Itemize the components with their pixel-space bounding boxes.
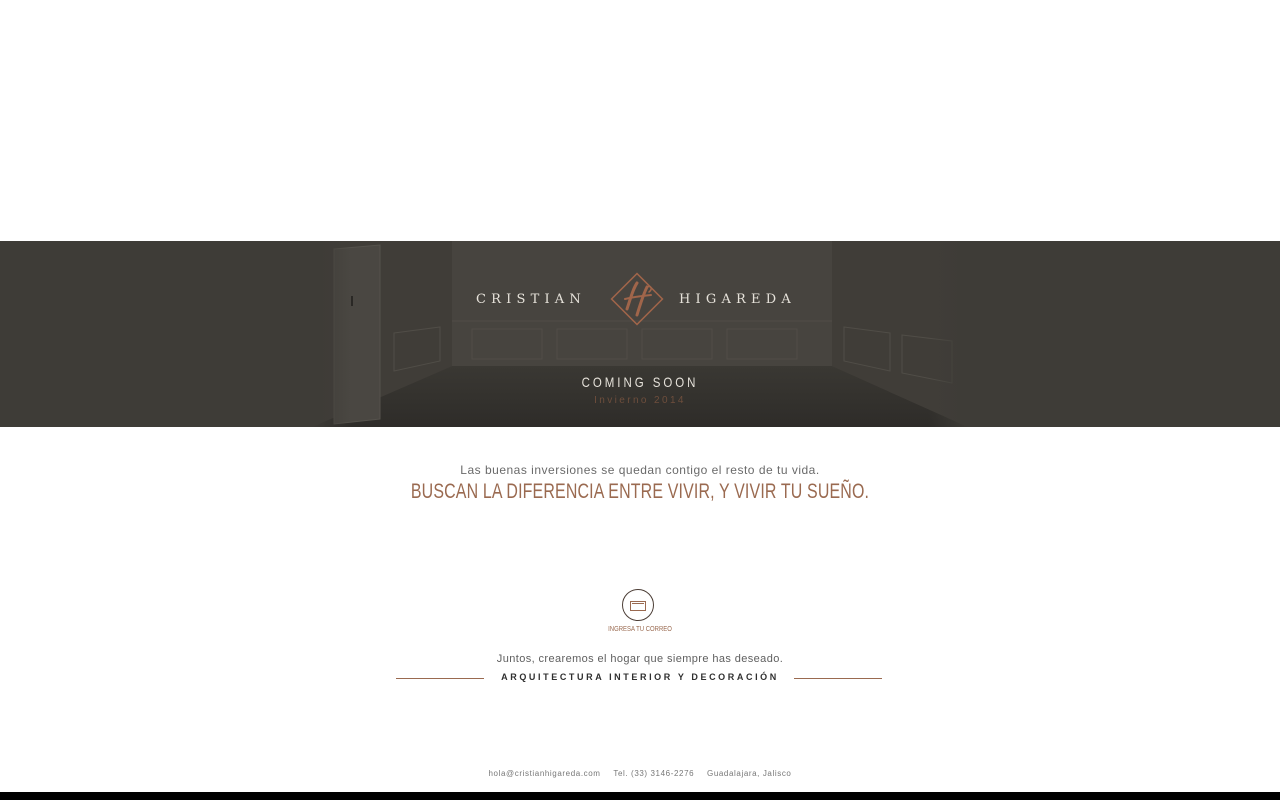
coming-soon-title: COMING SOON	[581, 374, 699, 390]
specialty-title: ARQUITECTURA INTERIOR Y DECORACIÓN	[501, 672, 779, 682]
brand-last-name: HIGAREDA	[679, 292, 796, 307]
footer-email-link[interactable]: hola@cristianhigareda.com	[489, 769, 601, 778]
tagline-lead: Las buenas inversiones se quedan contigo…	[460, 463, 820, 477]
hero-banner: CRISTIAN HIGAREDA COMING SOON Invierno 2…	[0, 241, 1280, 427]
email-signup-label: INGRESA TU CORREO	[608, 626, 672, 633]
email-circle	[622, 589, 654, 621]
footer-phone[interactable]: Tel. (33) 3146-2276	[613, 769, 694, 778]
divider-right	[794, 678, 882, 679]
email-signup-button[interactable]: INGRESA TU CORREO	[590, 589, 690, 639]
bottom-bar	[0, 792, 1280, 800]
footer-contact: hola@cristianhigareda.com Tel. (33) 3146…	[0, 769, 1280, 778]
brand-first-name: CRISTIAN	[476, 292, 586, 307]
closing-statement: Juntos, crearemos el hogar que siempre h…	[496, 653, 784, 665]
brand-logo[interactable]: CRISTIAN HIGAREDA	[0, 269, 1280, 331]
launch-season: Invierno 2014	[594, 395, 686, 406]
footer-location: Guadalajara, Jalisco	[707, 769, 792, 778]
tagline-headline: BUSCAN LA DIFERENCIA ENTRE VIVIR, Y VIVI…	[410, 480, 870, 503]
ch-monogram-icon	[610, 272, 664, 326]
envelope-icon	[630, 601, 646, 611]
landing-page: CRISTIAN HIGAREDA COMING SOON Invierno 2…	[0, 0, 1280, 800]
